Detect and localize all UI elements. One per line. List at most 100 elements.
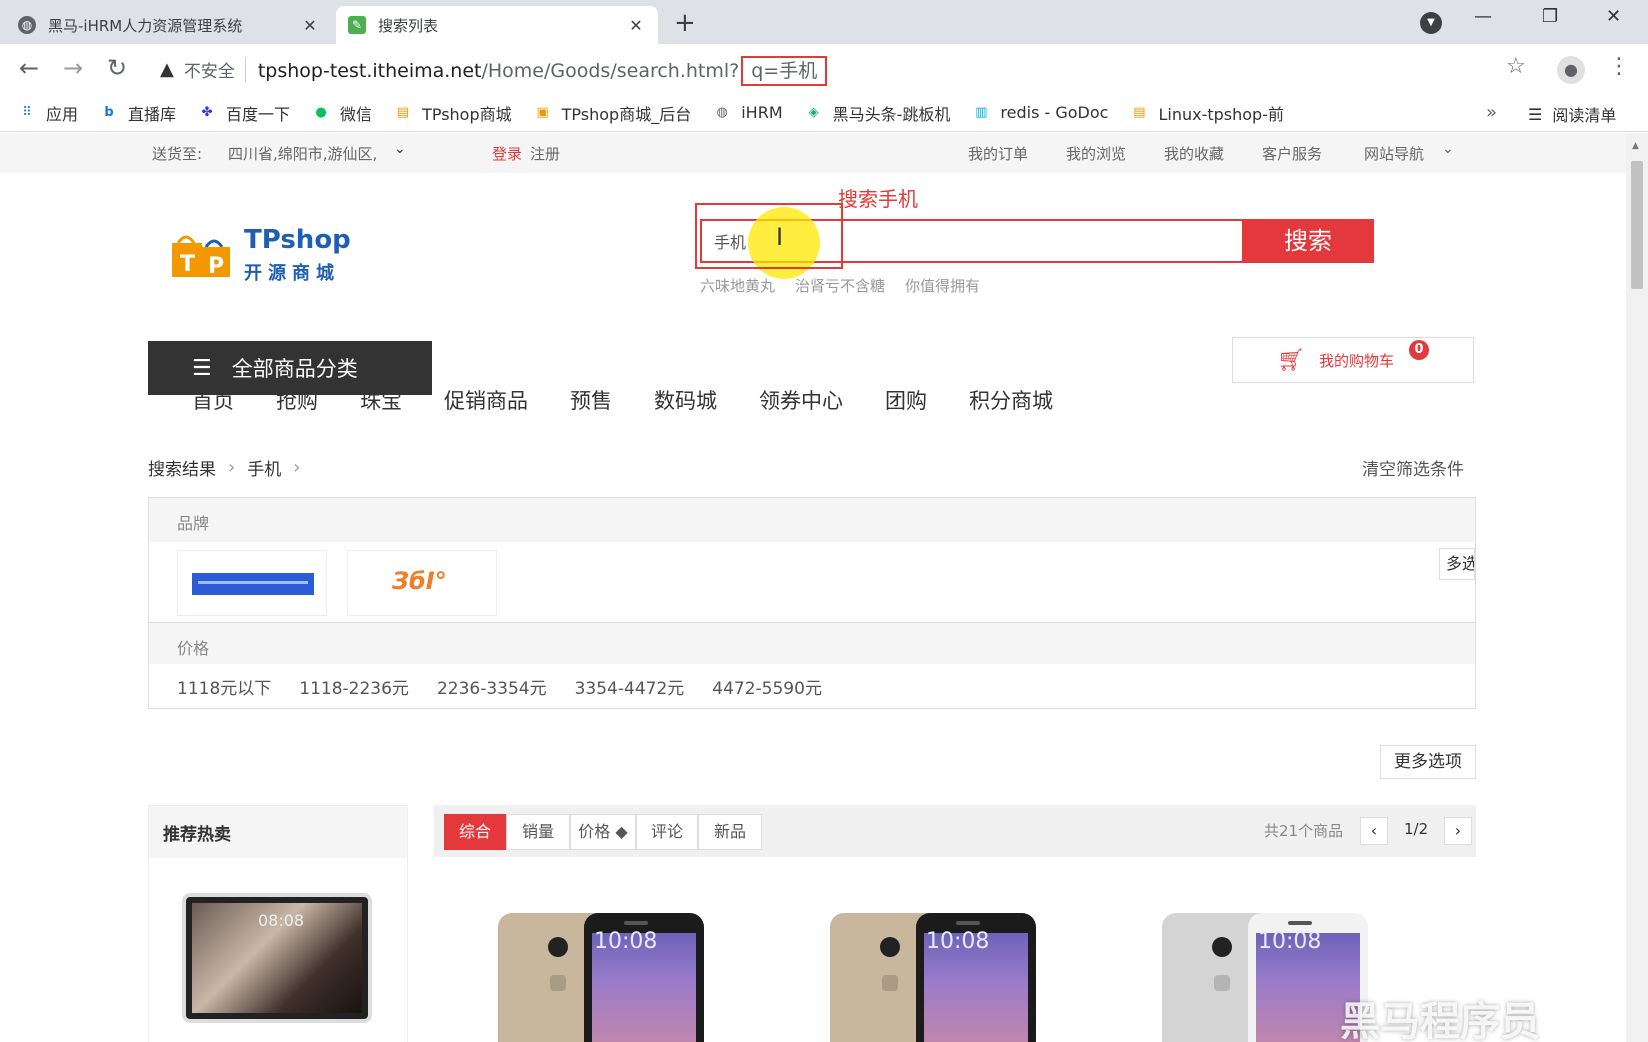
bookmark-redis-godoc[interactable]: ▥ redis - GoDoc	[972, 103, 1108, 122]
globe-icon: ◍	[716, 105, 728, 120]
address-bar[interactable]: ▲ 不安全 tpshop-test.itheima.net/Home/Goods…	[148, 50, 1528, 88]
profile-avatar[interactable]: ●	[1557, 56, 1585, 84]
tab-ihrm[interactable]: ◍ 黑马-iHRM人力资源管理系统 ✕	[6, 6, 332, 44]
text-cursor-icon: I	[776, 223, 784, 251]
media-control-icon[interactable]: ▼	[1420, 12, 1442, 34]
brand-multiselect-button[interactable]: 多选	[1439, 548, 1475, 580]
phone-speaker	[624, 921, 648, 925]
login-link[interactable]: 登录	[492, 143, 522, 164]
chevron-down-icon[interactable]: ⌄	[1442, 141, 1454, 157]
breadcrumb-root[interactable]: 搜索结果	[148, 455, 216, 480]
register-link[interactable]: 注册	[530, 143, 560, 164]
fingerprint-sensor	[882, 975, 898, 991]
price-option[interactable]: 2236-3354元	[437, 674, 547, 699]
site-nav-link[interactable]: 网站导航	[1364, 143, 1424, 164]
video-watermark: 黑马程序员	[1340, 999, 1540, 1042]
brand-logo-1[interactable]	[177, 550, 327, 616]
close-icon[interactable]: ✕	[300, 16, 320, 35]
page-viewport: 送货至: 四川省,绵阳市,游仙区, ⌄ 登录 注册 我的订单 我的浏览 我的收藏…	[0, 133, 1626, 1042]
browser-toolbar: ← → ↻ ▲ 不安全 tpshop-test.itheima.net/Home…	[0, 44, 1648, 94]
price-option[interactable]: 4472-5590元	[712, 674, 822, 699]
hot-word-link[interactable]: 六味地黄丸	[700, 275, 775, 296]
bookmark-heima-toutiao[interactable]: ◈ 黑马头条-跳板机	[805, 101, 951, 125]
nav-item-presale[interactable]: 预售	[570, 385, 612, 415]
nav-item-coupons[interactable]: 领券中心	[759, 385, 843, 415]
reload-button[interactable]: ↻	[102, 54, 132, 82]
page-scrollbar[interactable]: ▲	[1626, 133, 1648, 1042]
chevron-left-icon[interactable]: ‹	[1360, 817, 1388, 845]
bookmark-baidu[interactable]: ✤ 百度一下	[198, 101, 290, 125]
chevron-down-icon[interactable]: ⌄	[394, 141, 406, 157]
product-card[interactable]: 10:08	[1162, 913, 1368, 1042]
price-option[interactable]: 3354-4472元	[575, 674, 685, 699]
url-text[interactable]: tpshop-test.itheima.net/Home/Goods/searc…	[258, 55, 828, 86]
bookmark-tpshop[interactable]: ▤ TPshop商城	[394, 101, 512, 125]
globe-icon: ◍	[18, 16, 36, 34]
hot-words: 六味地黄丸 治肾亏不含糖 你值得拥有	[700, 275, 980, 296]
sort-reviews[interactable]: 评论	[636, 814, 698, 850]
bookmark-apps[interactable]: ⠿ 应用	[18, 101, 78, 125]
sort-new[interactable]: 新品	[698, 814, 762, 850]
ship-address[interactable]: 四川省,绵阳市,游仙区,	[228, 143, 377, 164]
restore-button[interactable]: ❐	[1542, 6, 1558, 27]
sort-comprehensive[interactable]: 综合	[444, 814, 506, 850]
phone-time: 10:08	[594, 929, 658, 954]
product-card[interactable]: 10:08	[830, 913, 1036, 1042]
price-option[interactable]: 1118-2236元	[299, 674, 409, 699]
my-history-link[interactable]: 我的浏览	[1066, 143, 1126, 164]
nav-item-flash-sale[interactable]: 抢购	[276, 385, 318, 415]
reading-list-button[interactable]: ☰ 阅读清单	[1528, 102, 1616, 126]
chevron-right-icon[interactable]: ›	[1444, 817, 1472, 845]
customer-service-link[interactable]: 客户服务	[1262, 143, 1322, 164]
bookmark-label: redis - GoDoc	[1000, 103, 1109, 122]
forward-button[interactable]: →	[58, 54, 88, 82]
close-icon[interactable]: ✕	[626, 16, 646, 35]
breadcrumb-keyword[interactable]: 手机	[247, 455, 281, 480]
scroll-up-arrow-icon[interactable]: ▲	[1632, 141, 1639, 151]
filter-panel: 品牌 ЗбI° 多选 价格 1118元以下 1118-2236元 2236-33…	[148, 497, 1476, 709]
nav-item-digital[interactable]: 数码城	[654, 385, 717, 415]
bookmarks-overflow-button[interactable]: »	[1486, 102, 1497, 123]
security-label[interactable]: 不安全	[184, 56, 246, 82]
brand-logo-361[interactable]: ЗбI°	[347, 550, 497, 616]
bookmark-tpshop-admin[interactable]: ▣ TPshop商城_后台	[534, 101, 691, 125]
hot-word-link[interactable]: 你值得拥有	[905, 275, 980, 296]
my-orders-link[interactable]: 我的订单	[968, 143, 1028, 164]
main-nav: 首页 抢购 珠宝 促销商品 预售 数码城 领券中心 团购 积分商城	[192, 385, 1095, 415]
chevron-right-icon: ›	[228, 457, 236, 478]
recommend-product-tablet[interactable]: 08:08	[182, 893, 372, 1023]
cart-button[interactable]: 🛒︎ 我的购物车 0	[1232, 337, 1474, 383]
bookmark-star-icon[interactable]: ☆	[1506, 54, 1526, 79]
my-favorites-link[interactable]: 我的收藏	[1164, 143, 1224, 164]
site-logo[interactable]: T P TPshop 开源商城	[170, 225, 351, 284]
nav-item-home[interactable]: 首页	[192, 385, 234, 415]
phone-time: 10:08	[1258, 929, 1322, 954]
minimize-button[interactable]: —	[1474, 6, 1492, 27]
sort-sales[interactable]: 销量	[506, 814, 570, 850]
price-option[interactable]: 1118元以下	[177, 674, 271, 699]
tab-search-list[interactable]: ✎ 搜索列表 ✕	[336, 6, 658, 44]
window-close-button[interactable]: ✕	[1606, 6, 1621, 27]
more-options-button[interactable]: 更多选项	[1380, 745, 1476, 779]
bookmark-zhibo[interactable]: b 直播库	[100, 101, 176, 125]
search-button[interactable]: 搜索	[1242, 219, 1374, 263]
menu-kebab-icon[interactable]: ⋮	[1608, 54, 1630, 79]
brand-logo-image	[192, 573, 314, 595]
product-card[interactable]: 10:08	[498, 913, 704, 1042]
hot-word-link[interactable]: 治肾亏不含糖	[795, 275, 885, 296]
bookmark-ihrm[interactable]: ◍ iHRM	[713, 103, 783, 122]
bookmark-wechat[interactable]: ● 微信	[312, 101, 372, 125]
sort-price[interactable]: 价格 ◆	[570, 814, 636, 850]
back-button[interactable]: ←	[14, 54, 44, 82]
scrollbar-thumb[interactable]	[1631, 161, 1643, 289]
nav-item-points-mall[interactable]: 积分商城	[969, 385, 1053, 415]
fingerprint-sensor	[550, 975, 566, 991]
nav-item-group-buy[interactable]: 团购	[885, 385, 927, 415]
nav-item-jewelry[interactable]: 珠宝	[360, 385, 402, 415]
nav-item-promotions[interactable]: 促销商品	[444, 385, 528, 415]
new-tab-button[interactable]: +	[674, 8, 696, 38]
warning-icon[interactable]: ▲	[160, 59, 174, 80]
annotation-box	[695, 203, 843, 269]
clear-filters-link[interactable]: 清空筛选条件	[1362, 455, 1464, 480]
bookmark-linux-tpshop[interactable]: ▤ Linux-tpshop-前	[1130, 101, 1284, 125]
